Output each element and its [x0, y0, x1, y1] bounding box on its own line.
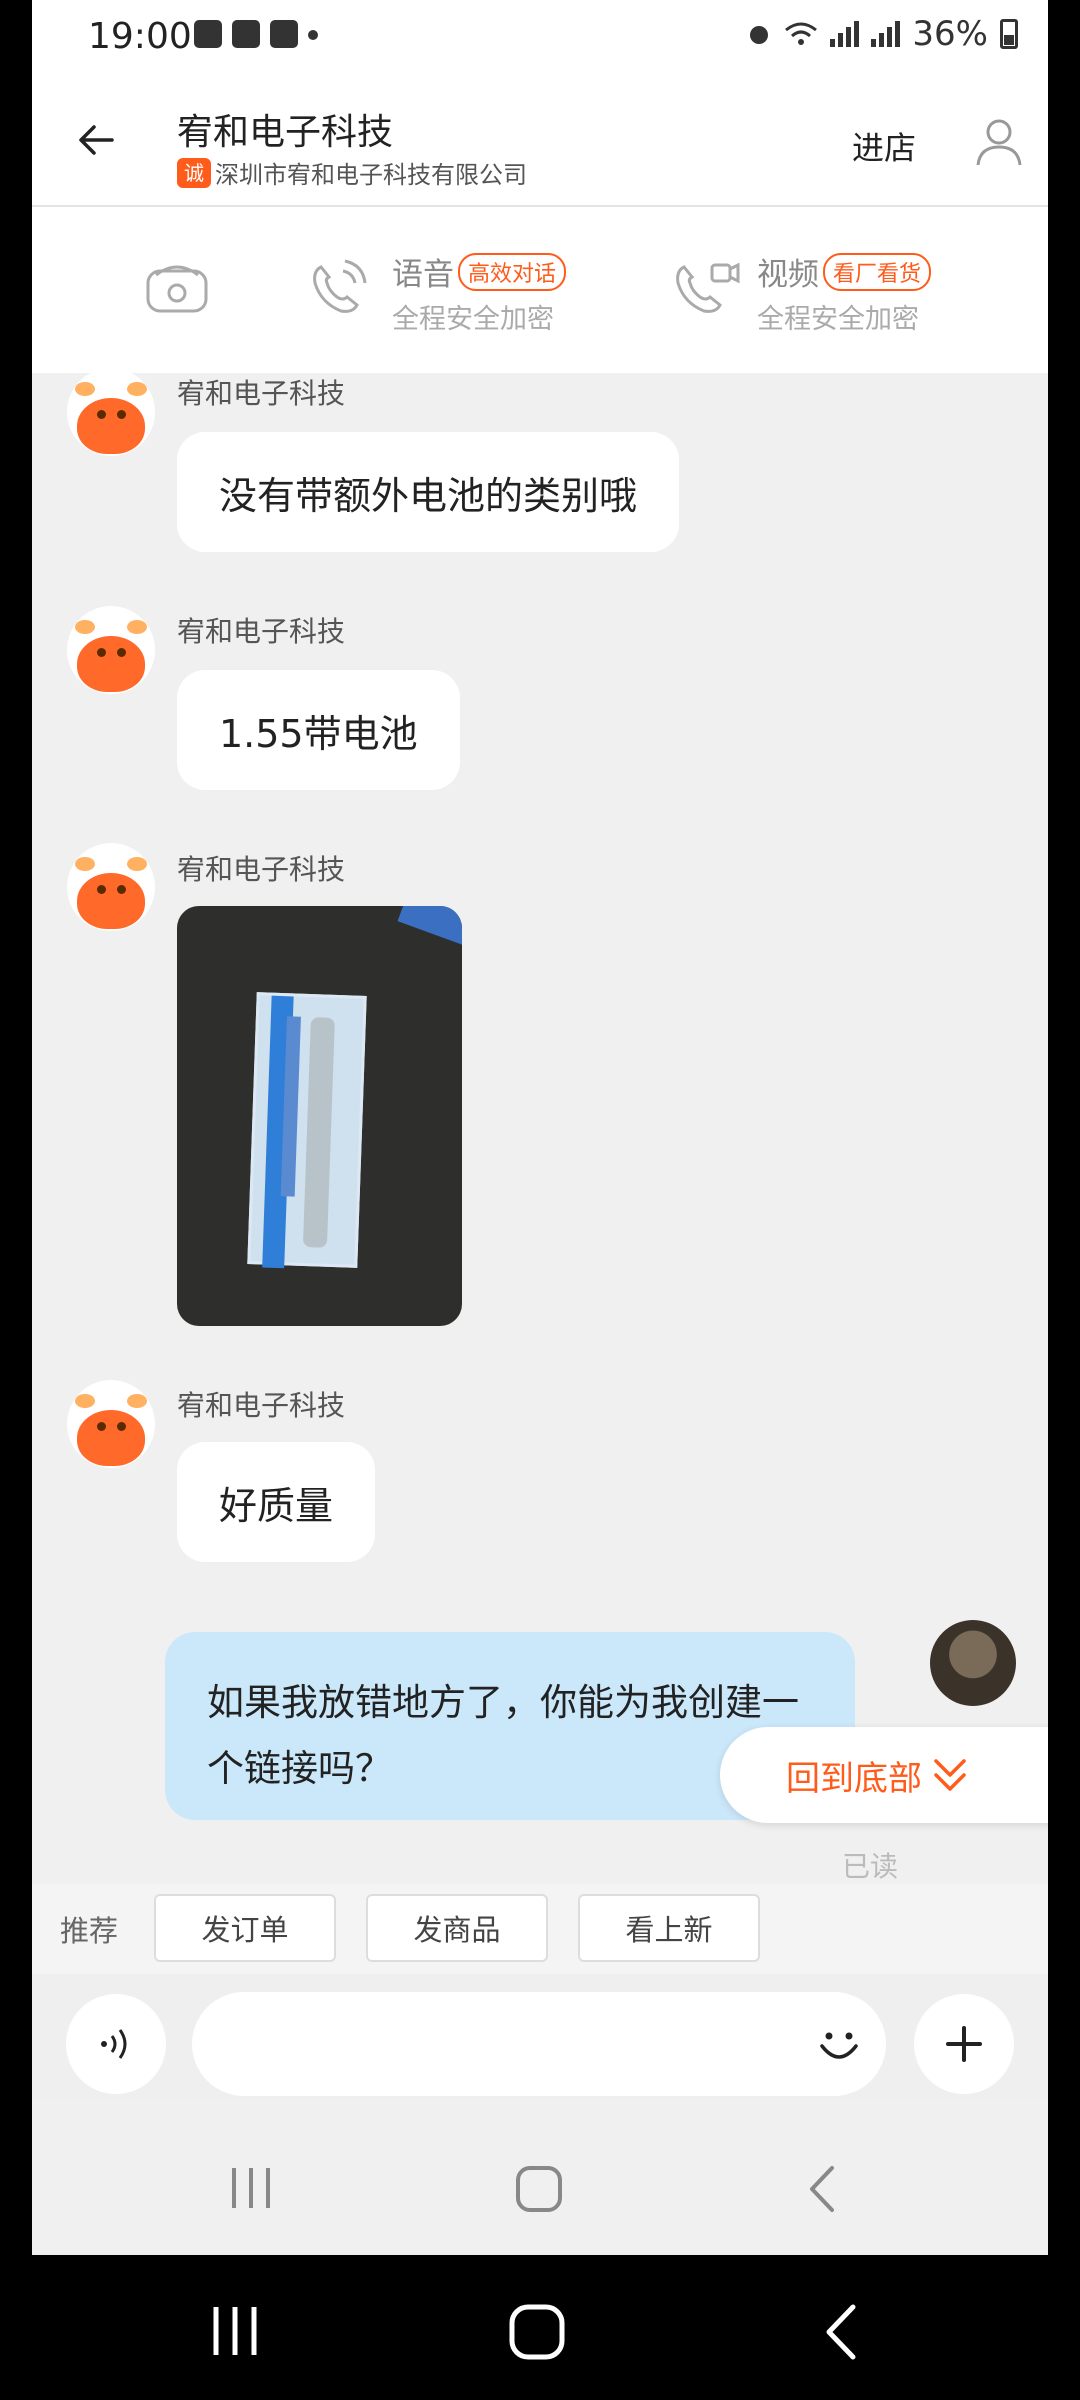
- status-right: 36%: [746, 14, 1018, 54]
- scroll-to-bottom-label: 回到底部: [786, 1758, 922, 1799]
- seller-avatar[interactable]: [67, 606, 155, 694]
- quick-action-bar: 推荐 发订单 发商品 看上新: [32, 1884, 1048, 1974]
- message-input[interactable]: [192, 1992, 886, 2096]
- signal-icon: [871, 21, 901, 47]
- send-order-button[interactable]: 发订单: [154, 1894, 336, 1962]
- battery-icon: [1000, 19, 1018, 49]
- send-product-button[interactable]: 发商品: [366, 1894, 548, 1962]
- home-icon[interactable]: [514, 2164, 564, 2214]
- chat-screen: 19:00 36% 宥和电子科技 诚 深圳市宥和电子科技有限公司 进店 语音 高…: [32, 0, 1048, 2255]
- voice-input-button[interactable]: [66, 1994, 166, 2094]
- wifi-icon: [785, 22, 818, 45]
- company-line: 诚 深圳市宥和电子科技有限公司: [177, 155, 527, 190]
- video-call-badge: 看厂看货: [823, 252, 932, 291]
- video-call-option[interactable]: 视频 看厂看货: [757, 249, 932, 294]
- scroll-to-bottom-button[interactable]: 回到底部: [720, 1727, 1048, 1823]
- telephone-icon[interactable]: [142, 257, 212, 317]
- shop-name[interactable]: 宥和电子科技: [177, 103, 393, 155]
- recent-apps-icon[interactable]: [228, 2166, 274, 2210]
- app-navigation-bar: [32, 2100, 1048, 2255]
- seller-avatar[interactable]: [67, 368, 155, 456]
- voice-call-badge: 高效对话: [458, 252, 567, 291]
- sender-name: 宥和电子科技: [177, 1389, 346, 1422]
- enter-shop-button[interactable]: 进店: [852, 123, 916, 169]
- double-chevron-down-icon: [934, 1759, 966, 1791]
- back-arrow-icon[interactable]: [72, 115, 122, 165]
- input-bar: [32, 1974, 1048, 2100]
- seller-avatar[interactable]: [67, 843, 155, 931]
- voice-call-icon[interactable]: [307, 257, 369, 319]
- alarm-icon: [750, 26, 769, 44]
- more-options-button[interactable]: [914, 1994, 1014, 2094]
- status-bar: 19:00 36%: [32, 0, 1048, 75]
- notification-icons: [194, 20, 318, 48]
- signal-icon: [830, 21, 860, 47]
- call-options-bar: 语音 高效对话 全程安全加密 视频 看厂看货 全程安全加密: [32, 207, 1048, 373]
- sender-name: 宥和电子科技: [177, 853, 346, 886]
- battery-percent: 36%: [912, 14, 988, 54]
- voice-call-label: 语音: [392, 257, 454, 293]
- recent-apps-icon[interactable]: [210, 2305, 260, 2357]
- notification-icon: [270, 20, 298, 48]
- status-time: 19:00: [88, 16, 192, 57]
- image-message[interactable]: [177, 906, 462, 1326]
- quick-action-label: 推荐: [60, 1914, 119, 1948]
- company-name: 深圳市宥和电子科技有限公司: [215, 161, 527, 189]
- notification-icon: [194, 20, 222, 48]
- message-bubble[interactable]: 好质量: [177, 1442, 376, 1562]
- product-photo: [247, 992, 367, 1269]
- plus-icon: [946, 2026, 982, 2062]
- back-icon[interactable]: [820, 2303, 860, 2361]
- read-status: 已读: [842, 1850, 899, 1883]
- video-call-icon[interactable]: [672, 257, 742, 319]
- more-notifications-icon: [308, 30, 318, 40]
- video-call-subtitle: 全程安全加密: [757, 304, 919, 335]
- voice-call-subtitle: 全程安全加密: [392, 304, 554, 335]
- video-call-label: 视频: [757, 257, 819, 293]
- system-navigation-bar: [0, 2255, 1080, 2400]
- back-icon[interactable]: [804, 2164, 838, 2214]
- user-profile-icon[interactable]: [972, 115, 1026, 169]
- sender-name: 宥和电子科技: [177, 615, 346, 648]
- voice-call-option[interactable]: 语音 高效对话: [392, 249, 567, 294]
- message-bubble[interactable]: 没有带额外电池的类别哦: [177, 432, 680, 552]
- my-avatar[interactable]: [930, 1620, 1016, 1706]
- verified-badge-icon: 诚: [177, 157, 211, 188]
- home-icon[interactable]: [508, 2303, 566, 2361]
- seller-avatar[interactable]: [67, 1380, 155, 1468]
- view-new-arrivals-button[interactable]: 看上新: [578, 1894, 760, 1962]
- notification-icon: [232, 20, 260, 48]
- sender-name: 宥和电子科技: [177, 377, 346, 410]
- emoji-icon[interactable]: [810, 2016, 868, 2074]
- message-bubble[interactable]: 1.55带电池: [177, 670, 460, 790]
- voice-wave-icon: [101, 2029, 127, 2059]
- chat-header: 宥和电子科技 诚 深圳市宥和电子科技有限公司 进店: [32, 75, 1048, 207]
